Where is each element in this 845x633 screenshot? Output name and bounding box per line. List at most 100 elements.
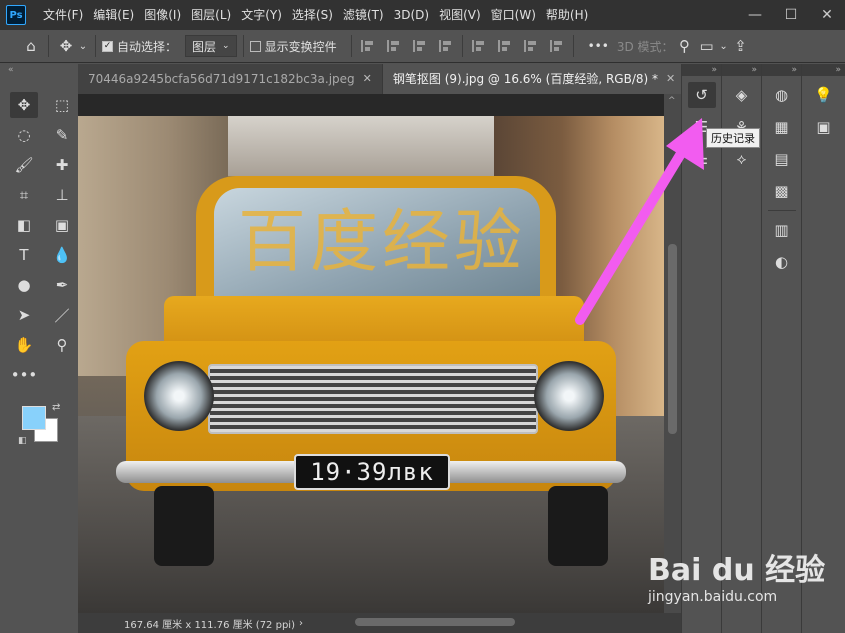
lasso-tool[interactable]: ◌ bbox=[10, 122, 38, 148]
more-options-button[interactable]: ••• bbox=[588, 39, 609, 53]
collapse-icon[interactable]: » bbox=[682, 64, 721, 76]
move-tool[interactable]: ✥ bbox=[10, 92, 38, 118]
history-tooltip: 历史记录 bbox=[706, 128, 760, 148]
menu-bar: Ps 文件(F) 编辑(E) 图像(I) 图层(L) 文字(Y) 选择(S) 滤… bbox=[0, 0, 845, 30]
libraries-icon[interactable]: ▣ bbox=[810, 114, 838, 140]
move-tool-preset-icon[interactable]: ✥ bbox=[55, 35, 77, 57]
color-swatches: ⇄ ◧ bbox=[18, 402, 64, 450]
car-headlight-right bbox=[534, 361, 604, 431]
patterns-panel-icon[interactable]: ▩ bbox=[768, 178, 796, 204]
swap-colors-icon[interactable]: ⇄ bbox=[52, 402, 60, 413]
tool-grid: ✥ ⬚ ◌ ✎ 🖌 ✚ ⌗ ⊥ ◧ ▣ T 💧 ● ✒ ➤ ／ ✋ ⚲ ••• bbox=[0, 76, 78, 388]
minimize-button[interactable]: — bbox=[737, 0, 773, 30]
default-colors-icon[interactable]: ◧ bbox=[18, 436, 27, 446]
auto-select-checkbox[interactable]: ✓ bbox=[102, 40, 113, 52]
foreground-color-swatch[interactable] bbox=[22, 406, 46, 430]
show-transform-checkbox[interactable] bbox=[249, 40, 261, 52]
layers-panel-icon[interactable]: ◈ bbox=[728, 82, 756, 108]
eraser-tool[interactable]: ◧ bbox=[10, 212, 38, 238]
chevron-down-icon[interactable]: ⌄ bbox=[77, 35, 89, 57]
more-tools-button[interactable]: ••• bbox=[10, 362, 38, 388]
tab-document-2[interactable]: 钢笔抠图 (9).jpg @ 16.6% (百度经验, RGB/8) * ✕ bbox=[382, 64, 681, 94]
search-icon[interactable]: ⚲ bbox=[674, 35, 696, 57]
menu-3d[interactable]: 3D(D) bbox=[389, 0, 434, 30]
brush-tool[interactable]: 🖌 bbox=[10, 152, 38, 178]
divider bbox=[767, 210, 796, 211]
color-panel-icon[interactable]: ◍ bbox=[768, 82, 796, 108]
tools-panel: « ✥ ⬚ ◌ ✎ 🖌 ✚ ⌗ ⊥ ◧ ▣ T 💧 ● ✒ ➤ ／ ✋ ⚲ ••… bbox=[0, 64, 78, 633]
status-menu-arrow[interactable]: › bbox=[299, 618, 303, 629]
distribute-vertical-icon[interactable] bbox=[547, 36, 567, 56]
paths-panel-icon[interactable]: ⟡ bbox=[728, 146, 756, 172]
close-icon[interactable]: ✕ bbox=[666, 64, 675, 94]
align-right-icon[interactable] bbox=[410, 36, 430, 56]
home-icon[interactable]: ⌂ bbox=[20, 35, 42, 57]
gradients-panel-icon[interactable]: ▤ bbox=[768, 146, 796, 172]
divider bbox=[572, 35, 574, 57]
align-top-icon[interactable] bbox=[469, 36, 489, 56]
history-panel-icon[interactable]: ↺ bbox=[687, 82, 716, 108]
marquee-tool[interactable]: ⬚ bbox=[48, 92, 76, 118]
styles-panel-icon[interactable]: ◐ bbox=[768, 249, 796, 275]
workspace-icon[interactable]: ▭ bbox=[696, 35, 718, 57]
line-tool[interactable]: ／ bbox=[48, 302, 76, 328]
libraries-panel-icon[interactable]: ▥ bbox=[768, 217, 796, 243]
menu-file[interactable]: 文件(F) bbox=[38, 0, 88, 30]
distribute-horizontal-icon[interactable] bbox=[436, 36, 456, 56]
arrow-shaft bbox=[575, 137, 693, 325]
collapse-icon[interactable]: » bbox=[802, 64, 845, 76]
align-vcenter-icon[interactable] bbox=[495, 36, 515, 56]
tab-label: 70446a9245bcfa56d71d9171c182bc3a.jpeg bbox=[88, 72, 355, 86]
crop-tool[interactable]: ⌗ bbox=[10, 182, 38, 208]
divider bbox=[95, 35, 96, 57]
path-select-tool[interactable]: ➤ bbox=[10, 302, 38, 328]
auto-select-target-value: 图层 bbox=[192, 39, 217, 54]
baidu-watermark: Bai du 经验 jingyan.baidu.com bbox=[648, 545, 838, 625]
maximize-button[interactable]: ☐ bbox=[773, 0, 809, 30]
options-bar: ⌂ ✥ ⌄ ✓ 自动选择： 图层 ⌄ 显示变换控件 ••• 3D 模式： ⚲ ▭… bbox=[0, 30, 845, 63]
collapse-icon[interactable]: » bbox=[762, 64, 801, 76]
menu-image[interactable]: 图像(I) bbox=[139, 0, 186, 30]
auto-select-target-dropdown[interactable]: 图层 ⌄ bbox=[185, 35, 237, 57]
window-controls: — ☐ ✕ bbox=[737, 0, 845, 30]
stamp-tool[interactable]: ⊥ bbox=[48, 182, 76, 208]
menu-window[interactable]: 窗口(W) bbox=[486, 0, 541, 30]
learn-panel-icon[interactable]: 💡 bbox=[810, 82, 838, 108]
car-headlight-left bbox=[144, 361, 214, 431]
menu-edit[interactable]: 编辑(E) bbox=[88, 0, 139, 30]
zoom-tool[interactable]: ⚲ bbox=[48, 332, 76, 358]
eyedropper-tool[interactable]: ✎ bbox=[48, 122, 76, 148]
healing-tool[interactable]: ✚ bbox=[48, 152, 76, 178]
menu-layer[interactable]: 图层(L) bbox=[186, 0, 236, 30]
align-left-icon[interactable] bbox=[358, 36, 378, 56]
align-hcenter-icon[interactable] bbox=[384, 36, 404, 56]
blur-tool[interactable]: 💧 bbox=[48, 242, 76, 268]
scroll-up-icon[interactable]: ^ bbox=[668, 96, 676, 106]
menu-filter[interactable]: 滤镜(T) bbox=[338, 0, 389, 30]
gradient-tool[interactable]: ▣ bbox=[48, 212, 76, 238]
menu-select[interactable]: 选择(S) bbox=[287, 0, 338, 30]
show-transform-label: 显示变换控件 bbox=[264, 39, 337, 54]
close-button[interactable]: ✕ bbox=[809, 0, 845, 30]
menu-view[interactable]: 视图(V) bbox=[434, 0, 486, 30]
chevron-down-icon[interactable]: ⌄ bbox=[718, 35, 730, 57]
divider bbox=[48, 35, 49, 57]
car-grille bbox=[208, 364, 538, 434]
share-icon[interactable]: ⇪ bbox=[730, 35, 752, 57]
menu-type[interactable]: 文字(Y) bbox=[236, 0, 287, 30]
menu-help[interactable]: 帮助(H) bbox=[541, 0, 593, 30]
dodge-tool[interactable]: ● bbox=[10, 272, 38, 298]
hand-tool[interactable]: ✋ bbox=[10, 332, 38, 358]
watermark-logo: Bai du 经验 bbox=[648, 553, 826, 588]
tab-label: 钢笔抠图 (9).jpg @ 16.6% (百度经验, RGB/8) * bbox=[392, 72, 658, 86]
horizontal-scrollbar-thumb[interactable] bbox=[355, 618, 515, 626]
align-bottom-icon[interactable] bbox=[521, 36, 541, 56]
tab-document-1[interactable]: 70446a9245bcfa56d71d9171c182bc3a.jpeg ✕ bbox=[78, 64, 383, 94]
type-tool[interactable]: T bbox=[10, 242, 38, 268]
swatches-panel-icon[interactable]: ▦ bbox=[768, 114, 796, 140]
pen-tool[interactable]: ✒ bbox=[48, 272, 76, 298]
main-menu: 文件(F) 编辑(E) 图像(I) 图层(L) 文字(Y) 选择(S) 滤镜(T… bbox=[38, 0, 593, 30]
collapse-icon[interactable]: « bbox=[0, 64, 78, 76]
collapse-icon[interactable]: » bbox=[722, 64, 761, 76]
close-icon[interactable]: ✕ bbox=[363, 64, 372, 94]
